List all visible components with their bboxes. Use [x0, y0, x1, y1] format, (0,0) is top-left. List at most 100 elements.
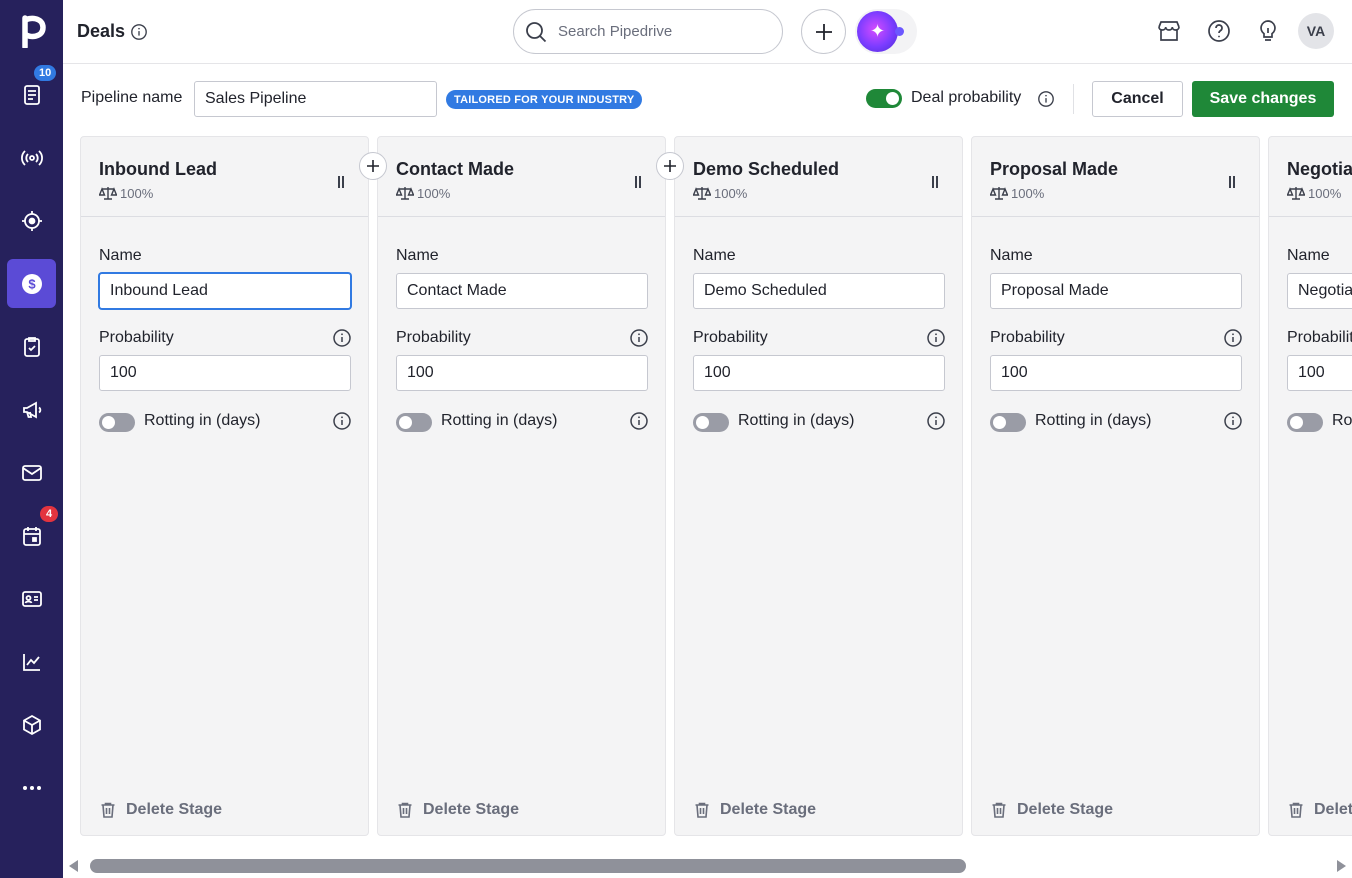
stage-column: Inbound Lead 100% Name Probability Rotti…: [80, 136, 369, 836]
info-icon[interactable]: [1037, 90, 1055, 108]
stage-probability: 100%: [396, 185, 450, 201]
rotting-toggle[interactable]: [990, 413, 1026, 432]
info-icon[interactable]: [926, 328, 946, 348]
stage-name-input[interactable]: [1287, 273, 1352, 309]
scroll-right-arrow-icon[interactable]: [1337, 860, 1346, 872]
target-icon: [21, 210, 42, 231]
marketplace-icon[interactable]: [1156, 18, 1182, 44]
rotting-label: Rotting in (days): [1332, 412, 1352, 429]
plus-icon: [367, 160, 379, 172]
probability-label: Probability: [1287, 329, 1352, 346]
name-label: Name: [1287, 247, 1330, 264]
add-stage-button[interactable]: [359, 152, 387, 180]
info-icon[interactable]: [130, 23, 148, 41]
drag-handle-icon[interactable]: [336, 175, 346, 189]
sidebar-item-deals[interactable]: $: [7, 259, 56, 308]
stage-column: Contact Made 100% Name Probability Rotti…: [377, 136, 666, 836]
sidebar-item-insights[interactable]: [7, 637, 56, 686]
sidebar-item-projects[interactable]: [7, 196, 56, 245]
ai-status-dot: [895, 27, 904, 36]
sidebar: 10 $ 4: [0, 0, 63, 878]
stage-name-input[interactable]: [693, 273, 945, 309]
sidebar-item-signals[interactable]: [7, 133, 56, 182]
sidebar-item-products[interactable]: [7, 700, 56, 749]
save-changes-button[interactable]: Save changes: [1192, 81, 1334, 117]
info-icon[interactable]: [629, 328, 649, 348]
info-icon[interactable]: [926, 411, 946, 431]
ai-assistant-button[interactable]: ✦: [855, 9, 917, 54]
pipeline-name-input[interactable]: [194, 81, 437, 117]
help-icon[interactable]: [1206, 18, 1232, 44]
info-icon[interactable]: [1223, 411, 1243, 431]
delete-stage-button[interactable]: Delete Stage: [396, 801, 519, 819]
sidebar-item-more[interactable]: [7, 763, 56, 812]
probability-input[interactable]: [693, 355, 945, 391]
sidebar-item-mail[interactable]: [7, 448, 56, 497]
sidebar-item-activities[interactable]: [7, 322, 56, 371]
plus-icon: [815, 23, 832, 40]
pipeline-name-label: Pipeline name: [81, 89, 183, 106]
add-stage-button[interactable]: [656, 152, 684, 180]
stage-title: Inbound Lead: [99, 159, 217, 179]
name-label: Name: [99, 247, 142, 264]
deal-probability-toggle[interactable]: [866, 89, 902, 108]
search-icon: [526, 22, 547, 43]
trash-icon: [1289, 802, 1303, 818]
pipedrive-logo-icon[interactable]: [17, 14, 47, 48]
scrollbar-thumb[interactable]: [90, 859, 966, 873]
quick-add-button[interactable]: [801, 9, 846, 54]
drag-handle-icon[interactable]: [633, 175, 643, 189]
user-avatar[interactable]: VA: [1298, 13, 1334, 49]
trash-icon: [398, 802, 412, 818]
cancel-button[interactable]: Cancel: [1092, 81, 1183, 117]
tailored-badge: TAILORED FOR YOUR INDUSTRY: [446, 90, 643, 109]
delete-stage-button[interactable]: Delete Stage: [990, 801, 1113, 819]
rotting-toggle[interactable]: [1287, 413, 1323, 432]
sidebar-item-contacts[interactable]: [7, 574, 56, 623]
sparkle-icon: ✦: [857, 11, 898, 52]
more-dots-icon: [22, 785, 41, 790]
probability-input[interactable]: [99, 355, 351, 391]
stage-title: Negotiations Started: [1287, 159, 1352, 179]
search-input[interactable]: Search Pipedrive: [513, 9, 783, 54]
trash-icon: [101, 802, 115, 818]
trash-icon: [992, 802, 1006, 818]
sidebar-item-campaigns[interactable]: [7, 385, 56, 434]
calendar-badge: 4: [40, 506, 58, 522]
box-icon: [22, 714, 41, 735]
drag-handle-icon[interactable]: [930, 175, 940, 189]
svg-text:$: $: [28, 276, 36, 291]
stage-header: Proposal Made 100%: [972, 137, 1259, 217]
info-icon[interactable]: [1223, 328, 1243, 348]
stage-header: Inbound Lead 100%: [81, 137, 368, 217]
probability-input[interactable]: [990, 355, 1242, 391]
scroll-left-arrow-icon[interactable]: [69, 860, 78, 872]
probability-input[interactable]: [1287, 355, 1352, 391]
envelope-icon: [21, 464, 42, 481]
drag-handle-icon[interactable]: [1227, 175, 1237, 189]
rotting-label: Rotting in (days): [144, 412, 261, 429]
info-icon[interactable]: [332, 328, 352, 348]
stage-name-input[interactable]: [990, 273, 1242, 309]
balance-scale-icon: [99, 187, 117, 200]
info-icon[interactable]: [332, 411, 352, 431]
plus-icon: [664, 160, 676, 172]
rotting-toggle[interactable]: [396, 413, 432, 432]
leads-inbox-icon: [23, 84, 40, 105]
name-label: Name: [990, 247, 1033, 264]
search-placeholder: Search Pipedrive: [558, 23, 673, 40]
stage-probability: 100%: [693, 185, 747, 201]
info-icon[interactable]: [629, 411, 649, 431]
rotting-toggle[interactable]: [99, 413, 135, 432]
delete-stage-button[interactable]: Delete Stage: [1287, 801, 1352, 819]
horizontal-scrollbar[interactable]: [63, 854, 1352, 878]
stage-name-input[interactable]: [99, 273, 351, 309]
stage-name-input[interactable]: [396, 273, 648, 309]
stage-column: Proposal Made 100% Name Probability Rott…: [971, 136, 1260, 836]
delete-stage-button[interactable]: Delete Stage: [99, 801, 222, 819]
lightbulb-icon[interactable]: [1255, 18, 1281, 44]
name-label: Name: [396, 247, 439, 264]
delete-stage-button[interactable]: Delete Stage: [693, 801, 816, 819]
probability-input[interactable]: [396, 355, 648, 391]
rotting-toggle[interactable]: [693, 413, 729, 432]
